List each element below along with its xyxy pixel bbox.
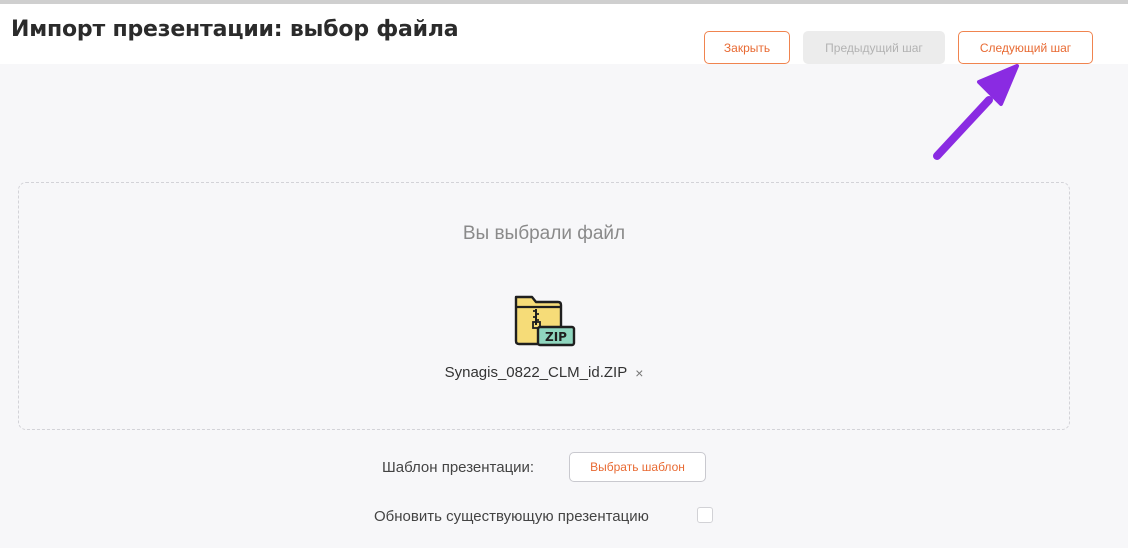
remove-file-icon[interactable]: × — [635, 365, 643, 381]
template-row: Шаблон презентации: Выбрать шаблон — [0, 452, 1128, 482]
template-label: Шаблон презентации: — [382, 459, 535, 476]
previous-step-button[interactable]: Предыдущий шаг — [803, 31, 945, 64]
zip-badge-text: ZIP — [545, 330, 567, 344]
close-button[interactable]: Закрыть — [704, 31, 790, 64]
header: Импорт презентации: выбор файла Закрыть … — [0, 4, 1128, 64]
selected-file-row: Synagis_0822_CLM_id.ZIP × — [19, 364, 1069, 381]
update-existing-checkbox[interactable] — [697, 507, 713, 523]
page-title: Импорт презентации: выбор файла — [11, 17, 459, 42]
choose-template-button[interactable]: Выбрать шаблон — [569, 452, 706, 482]
update-existing-label: Обновить существующую презентацию — [374, 508, 649, 525]
file-dropzone[interactable]: Вы выбрали файл ZIP Synagis_0822_CLM_id.… — [18, 182, 1070, 430]
annotation-arrow-icon — [933, 64, 1019, 160]
zip-file-icon: ZIP — [514, 295, 576, 347]
update-row: Обновить существующую презентацию — [0, 506, 1128, 526]
dropzone-caption: Вы выбрали файл — [462, 223, 626, 244]
file-name: Synagis_0822_CLM_id.ZIP — [444, 364, 628, 381]
